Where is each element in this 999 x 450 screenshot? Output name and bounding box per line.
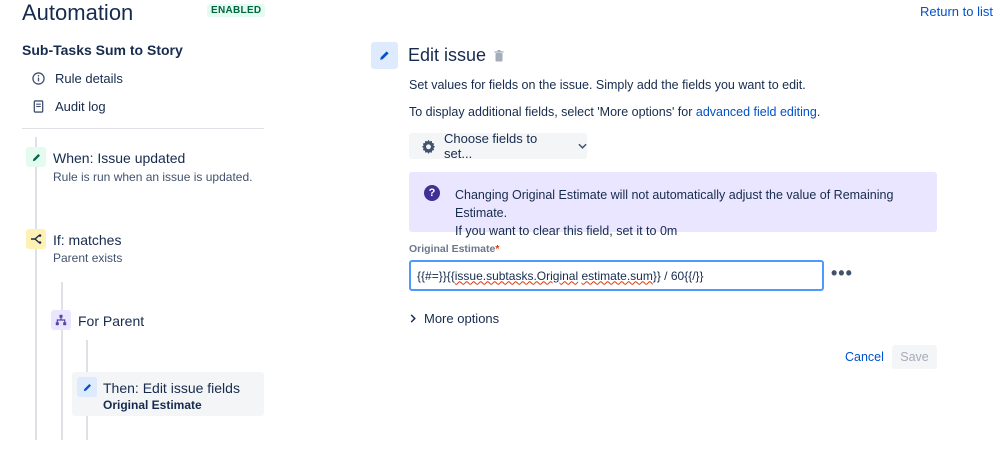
condition-step-subtitle: Parent exists — [53, 251, 123, 265]
save-button[interactable]: Save — [892, 345, 937, 369]
action-step-title: Then: Edit issue fields — [103, 380, 240, 396]
status-badge: ENABLED — [207, 4, 266, 17]
audit-log-link[interactable]: Audit log — [31, 99, 106, 114]
chevron-down-icon — [578, 143, 587, 149]
audit-log-label: Audit log — [55, 99, 106, 114]
field-value-prefix: {{#=}}{{ — [417, 268, 455, 283]
info-message: ? Changing Original Estimate will not au… — [409, 172, 937, 238]
sidebar-divider — [22, 128, 264, 129]
chevron-right-icon — [410, 314, 416, 323]
original-estimate-label: Original Estimate* — [409, 243, 499, 255]
more-options-label: More options — [424, 311, 500, 326]
document-icon — [31, 100, 45, 114]
return-to-list-link[interactable]: Return to list — [920, 4, 993, 19]
advanced-field-editing-link[interactable]: advanced field editing — [696, 105, 817, 119]
more-options-toggle[interactable]: More options — [410, 311, 499, 326]
rule-name: Sub-Tasks Sum to Story — [22, 42, 183, 58]
edit-issue-title: Edit issue — [408, 45, 487, 65]
choose-fields-label: Choose fields to set... — [444, 131, 538, 161]
action-step-subtitle: Original Estimate — [103, 398, 202, 412]
choose-fields-button[interactable]: Choose fields to set... — [409, 131, 587, 161]
trigger-step-title[interactable]: When: Issue updated — [53, 150, 185, 166]
info-icon — [31, 72, 45, 86]
info-line-1: Changing Original Estimate will not auto… — [455, 188, 894, 220]
hierarchy-icon — [51, 310, 71, 330]
field-value-suffix: }} / 60{{/}} — [652, 268, 704, 283]
field-value-part-1: issue.subtasks.Original — [454, 268, 579, 283]
cancel-button[interactable]: Cancel — [845, 350, 884, 364]
trigger-step-subtitle: Rule is run when an issue is updated. — [53, 170, 253, 184]
rule-details-link[interactable]: Rule details — [31, 71, 123, 86]
info-line-2: If you want to clear this field, set it … — [455, 224, 678, 238]
required-marker: * — [495, 243, 500, 255]
pencil-icon — [77, 377, 97, 397]
flow-connector-line — [35, 137, 37, 440]
field-value-part-2: estimate.sum — [581, 268, 653, 283]
description-text: To display additional fields, select 'Mo… — [409, 105, 696, 119]
question-icon: ? — [424, 185, 440, 201]
trash-icon[interactable] — [494, 49, 504, 62]
info-message-text: Changing Original Estimate will not auto… — [455, 186, 937, 240]
edit-issue-heading: Edit issue — [408, 45, 504, 66]
rule-details-label: Rule details — [55, 71, 123, 86]
gear-icon — [421, 139, 436, 154]
pencil-icon — [26, 147, 46, 167]
more-actions-icon[interactable]: ••• — [831, 263, 853, 284]
description-line-1: Set values for fields on the issue. Simp… — [409, 78, 806, 92]
description-period: . — [816, 105, 821, 119]
branch-connector-line — [61, 282, 63, 440]
branch-step-title[interactable]: For Parent — [78, 313, 144, 329]
description-line-2: To display additional fields, select 'Mo… — [409, 105, 820, 119]
original-estimate-input[interactable]: {{#=}}{{issue.subtasks.Original estimate… — [409, 260, 824, 291]
field-label-text: Original Estimate — [409, 243, 496, 255]
condition-step-title[interactable]: If: matches — [53, 232, 121, 248]
page-title: Automation — [22, 0, 134, 25]
pencil-icon — [371, 42, 398, 69]
branch-icon — [26, 229, 46, 249]
